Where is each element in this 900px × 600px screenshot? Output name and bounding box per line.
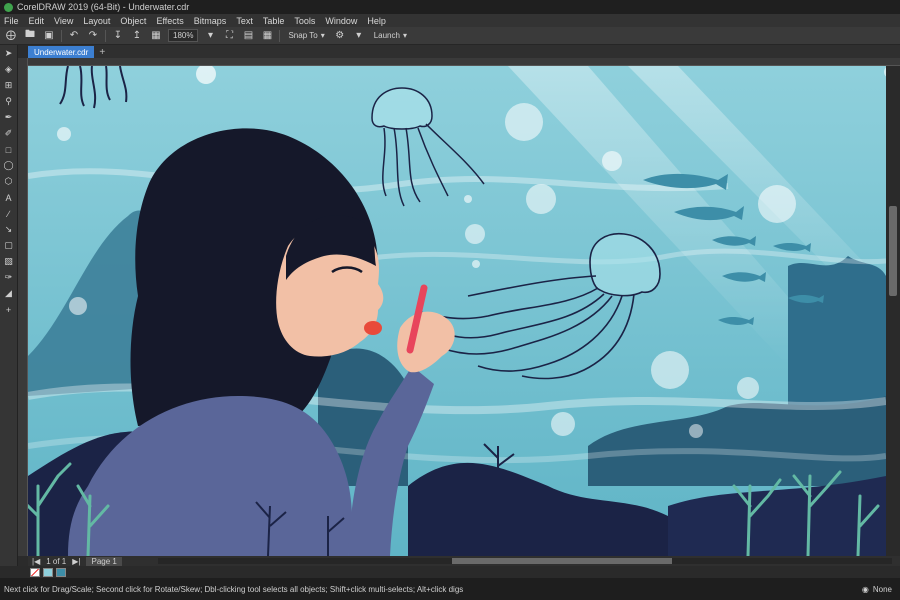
bubble (551, 412, 575, 436)
polygon-tool-icon[interactable]: ⬡ (2, 175, 16, 188)
launch-label: Launch (373, 31, 400, 40)
options-gear-icon[interactable]: ⚙ (333, 29, 347, 42)
app-logo-icon (4, 2, 13, 12)
document-tabs: Underwater.cdr + (28, 45, 900, 58)
menu-bar: File Edit View Layout Object Effects Bit… (0, 14, 900, 27)
text-tool-icon[interactable]: A (2, 191, 16, 204)
bubble (602, 151, 622, 171)
bubble (758, 185, 796, 223)
color-swatch[interactable] (43, 567, 53, 577)
zoom-tool-icon[interactable]: ⚲ (2, 95, 16, 108)
interactive-fill-icon[interactable]: ◢ (2, 287, 16, 300)
undo-icon[interactable]: ↶ (67, 29, 81, 42)
menu-tools[interactable]: Tools (294, 16, 315, 26)
new-document-icon[interactable]: ⨁ (4, 29, 18, 42)
open-folder-icon[interactable]: 🖿 (23, 29, 37, 42)
scroll-thumb[interactable] (451, 558, 672, 564)
rulers-icon[interactable]: ▤ (241, 29, 255, 42)
toolbar-separator (279, 29, 281, 42)
menu-text[interactable]: Text (236, 16, 253, 26)
status-hint: Next click for Drag/Scale; Second click … (4, 584, 464, 594)
bubble (464, 195, 472, 203)
bubble (526, 184, 556, 214)
fill-icon: ◉ (861, 584, 869, 594)
parallel-dimension-icon[interactable]: ∕ (2, 207, 16, 220)
chevron-down-icon: ▾ (402, 31, 407, 40)
redo-icon[interactable]: ↷ (86, 29, 100, 42)
scroll-thumb[interactable] (889, 206, 897, 296)
full-screen-icon[interactable]: ⛶ (222, 29, 236, 42)
menu-table[interactable]: Table (263, 16, 285, 26)
vertical-ruler[interactable] (18, 58, 28, 556)
menu-window[interactable]: Window (325, 16, 357, 26)
next-page-icon[interactable]: ▶| (72, 557, 80, 566)
menu-file[interactable]: File (4, 16, 19, 26)
no-color-swatch[interactable] (30, 567, 40, 577)
menu-edit[interactable]: Edit (29, 16, 45, 26)
document-palette (0, 566, 900, 578)
new-tab-button[interactable]: + (96, 46, 108, 58)
menu-bitmaps[interactable]: Bitmaps (194, 16, 227, 26)
first-page-icon[interactable]: |◀ (32, 557, 40, 566)
color-swatch[interactable] (56, 567, 66, 577)
bubble (689, 424, 703, 438)
ellipse-tool-icon[interactable]: ◯ (2, 159, 16, 172)
vertical-scrollbar[interactable] (886, 66, 900, 556)
export-icon[interactable]: ↥ (130, 29, 144, 42)
bubble (651, 351, 689, 389)
menu-help[interactable]: Help (367, 16, 386, 26)
chevron-down-icon: ▾ (320, 31, 325, 40)
toolbox: ➤ ◈ ⊞ ⚲ ✒ ✐ □ ◯ ⬡ A ∕ ↘ ▢ ▧ ✑ ◢ + (0, 45, 18, 568)
launch-dropdown[interactable]: Launch ▾ (371, 29, 410, 42)
snap-to-dropdown[interactable]: Snap To ▾ (285, 29, 327, 42)
menu-effects[interactable]: Effects (156, 16, 183, 26)
artistic-media-icon[interactable]: ✐ (2, 127, 16, 140)
page-tab[interactable]: Page 1 (86, 556, 122, 566)
options-dropdown-icon[interactable]: ▾ (352, 29, 366, 42)
connector-tool-icon[interactable]: ↘ (2, 223, 16, 236)
zoom-dropdown-icon[interactable]: ▾ (203, 29, 217, 42)
menu-object[interactable]: Object (120, 16, 146, 26)
fill-indicator[interactable]: ◉ None (862, 585, 892, 594)
toolbar-separator (61, 29, 62, 42)
standard-toolbar: ⨁ 🖿 ▣ ↶ ↷ ↧ ↥ ▦ 180% ▾ ⛶ ▤ ▦ Snap To ▾ ⚙… (0, 27, 900, 45)
horizontal-scrollbar[interactable] (157, 558, 892, 564)
rectangle-tool-icon[interactable]: □ (2, 143, 16, 156)
eyedropper-tool-icon[interactable]: ✑ (2, 271, 16, 284)
bubble (505, 103, 543, 141)
freehand-tool-icon[interactable]: ✒ (2, 111, 16, 124)
fill-label: None (872, 584, 892, 594)
horizontal-ruler[interactable] (28, 58, 900, 66)
underwater-illustration (28, 66, 886, 556)
drop-shadow-icon[interactable]: ▢ (2, 239, 16, 252)
bubble (69, 297, 87, 315)
grid-icon[interactable]: ▦ (260, 29, 274, 42)
bubble (472, 260, 480, 268)
bubble (737, 377, 759, 399)
document-tab[interactable]: Underwater.cdr (28, 46, 95, 58)
status-bar: Next click for Drag/Scale; Second click … (0, 578, 900, 600)
import-icon[interactable]: ↧ (111, 29, 125, 42)
add-tool-icon[interactable]: + (2, 303, 16, 316)
bubble (465, 224, 485, 244)
pick-tool-icon[interactable]: ➤ (2, 47, 16, 60)
girl-lips (364, 321, 382, 335)
drawing-canvas[interactable] (28, 66, 886, 556)
page-counter: 1 of 1 (46, 556, 67, 566)
page-navigator: |◀ 1 of 1 ▶| Page 1 (28, 556, 900, 566)
toolbar-separator (105, 29, 106, 42)
window-title: CorelDRAW 2019 (64-Bit) - Underwater.cdr (17, 2, 190, 12)
menu-layout[interactable]: Layout (83, 16, 110, 26)
save-icon[interactable]: ▣ (42, 29, 56, 42)
title-bar: CorelDRAW 2019 (64-Bit) - Underwater.cdr (0, 0, 900, 14)
publish-pdf-icon[interactable]: ▦ (149, 29, 163, 42)
crop-tool-icon[interactable]: ⊞ (2, 79, 16, 92)
shape-tool-icon[interactable]: ◈ (2, 63, 16, 76)
transparency-tool-icon[interactable]: ▧ (2, 255, 16, 268)
snap-to-label: Snap To (288, 31, 318, 40)
menu-view[interactable]: View (54, 16, 73, 26)
zoom-level-field[interactable]: 180% (168, 29, 199, 42)
bubble (57, 127, 71, 141)
